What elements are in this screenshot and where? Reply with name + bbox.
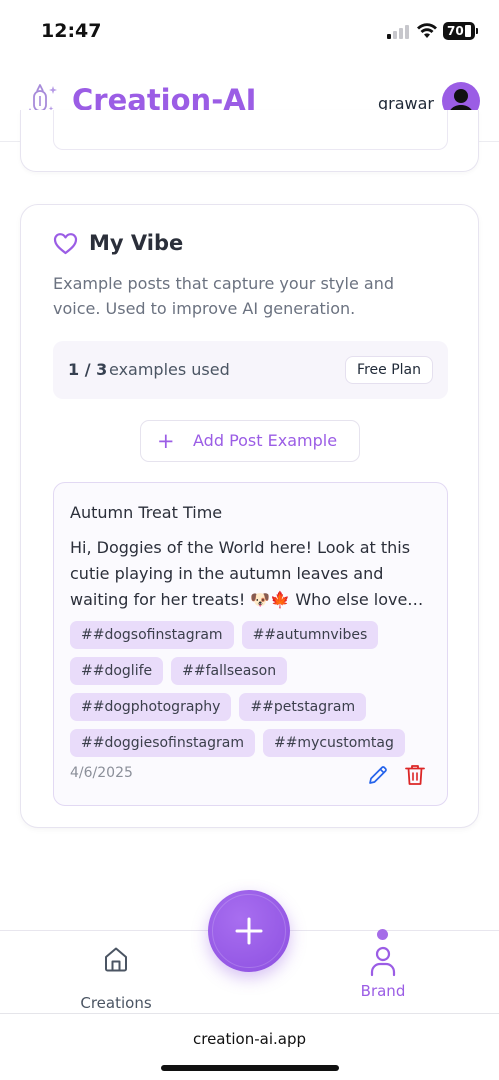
browser-url-bar[interactable]: creation-ai.app <box>0 1013 499 1080</box>
my-vibe-description: Example posts that capture your style an… <box>53 274 394 318</box>
nav-label-creations: Creations <box>80 994 152 1012</box>
post-example-title: Autumn Treat Time <box>70 503 223 522</box>
status-time: 12:47 <box>41 20 102 42</box>
previous-card <box>20 110 479 172</box>
hashtag: ##dogsofinstagram <box>70 621 234 649</box>
hashtag: ##doglife <box>70 657 164 685</box>
previous-card-inner <box>53 110 448 150</box>
trash-icon[interactable] <box>404 763 426 787</box>
post-example-body: Hi, Doggies of the World here! Look at t… <box>70 538 424 609</box>
add-post-example-label: Add Post Example <box>193 431 338 450</box>
url-text[interactable]: creation-ai.app <box>0 1030 499 1048</box>
hashtag: ##mycustomtag <box>262 729 405 757</box>
active-indicator-dot <box>377 929 388 940</box>
my-vibe-card: My Vibe Example posts that capture your … <box>20 204 479 828</box>
home-icon <box>105 947 127 972</box>
add-post-example-button[interactable]: + Add Post Example <box>140 420 360 462</box>
battery-icon: 70 <box>443 22 478 40</box>
status-bar: 12:47 70 <box>0 0 499 62</box>
hashtag: ##doggiesofinstagram <box>70 729 255 757</box>
plus-icon: + <box>157 429 175 453</box>
post-example-card[interactable]: Autumn Treat Time Hi, Doggies of the Wor… <box>53 482 448 806</box>
nav-item-brand[interactable]: Brand <box>343 929 423 1005</box>
usage-label: examples used <box>109 360 230 379</box>
hashtag: ##fallseason <box>171 657 288 685</box>
hashtag: ##petstagram <box>239 693 367 721</box>
create-fab-button[interactable] <box>208 890 290 972</box>
plan-badge: Free Plan <box>345 356 433 384</box>
app-screen: 12:47 70 Creation-AI grawar My Vibe Exam… <box>0 0 499 1080</box>
hashtag: ##dogphotography <box>70 693 232 721</box>
cellular-signal-icon <box>387 25 409 39</box>
usage-box: 1 / 3 examples used Free Plan <box>53 341 448 399</box>
home-indicator <box>161 1065 339 1071</box>
edit-pencil-icon[interactable] <box>367 764 389 786</box>
my-vibe-header: My Vibe <box>53 231 183 255</box>
usage-count: 1 / 3 <box>68 360 108 379</box>
post-example-date: 4/6/2025 <box>70 765 133 781</box>
battery-level: 70 <box>447 24 464 38</box>
my-vibe-title: My Vibe <box>89 231 184 255</box>
hashtag: ##autumnvibes <box>241 621 379 649</box>
post-example-tags: ##dogsofinstagram ##autumnvibes ##doglif… <box>70 621 430 757</box>
heart-icon <box>53 232 78 255</box>
user-icon <box>370 946 396 977</box>
nav-label-brand: Brand <box>360 982 406 1000</box>
wifi-icon <box>417 23 437 38</box>
nav-item-creations[interactable]: Creations <box>76 943 156 1012</box>
